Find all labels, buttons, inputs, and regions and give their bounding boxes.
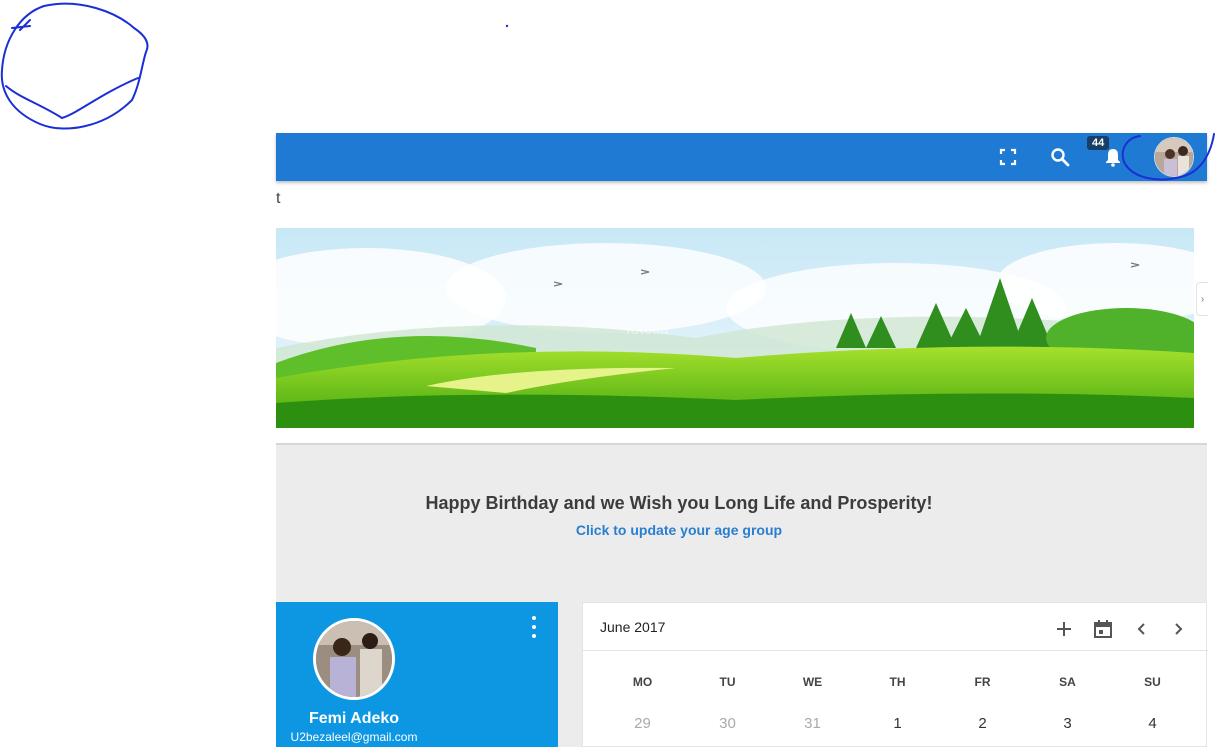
plus-icon xyxy=(1057,622,1071,636)
top-app-bar: 44 xyxy=(276,133,1207,181)
profile-email: U2bezaleel@gmail.com xyxy=(290,730,418,744)
calendar-day[interactable]: 3 xyxy=(1025,715,1110,732)
weekday-header-row: MO TU WE TH FR SA SU xyxy=(600,675,1195,689)
fullscreen-icon xyxy=(999,148,1017,166)
more-vert-icon xyxy=(532,616,536,620)
avatar xyxy=(1155,138,1193,176)
notification-count-badge: 44 xyxy=(1087,136,1110,150)
stray-text: t xyxy=(276,190,281,207)
user-avatar-button[interactable] xyxy=(1154,137,1194,177)
birthday-message: Happy Birthday and we Wish you Long Life… xyxy=(425,493,933,513)
side-panel-toggle[interactable]: › xyxy=(1196,282,1208,316)
calendar-icon xyxy=(1094,620,1112,638)
profile-name: Femi Adeko xyxy=(308,710,400,727)
calendar-day[interactable]: 4 xyxy=(1110,715,1195,732)
update-age-group-link[interactable]: Click to update your age group xyxy=(276,522,1082,538)
annotation-dot xyxy=(505,24,509,28)
weekday-label: TU xyxy=(719,675,736,689)
next-month-button[interactable] xyxy=(1166,617,1190,641)
calendar-day[interactable]: 30 xyxy=(685,715,770,732)
weekday-label: MO xyxy=(632,675,653,689)
today-button[interactable] xyxy=(1091,617,1115,641)
calendar-divider xyxy=(583,650,1208,651)
profile-photo xyxy=(316,621,392,697)
add-event-button[interactable] xyxy=(1052,617,1076,641)
chevron-right-icon xyxy=(1175,623,1183,635)
profile-menu-button[interactable] xyxy=(528,616,540,638)
weekday-label: SU xyxy=(1144,675,1161,689)
profile-card: Femi Adeko U2bezaleel@gmail.com xyxy=(276,602,558,747)
banner-watermark: fotolia xyxy=(626,321,669,338)
search-icon xyxy=(1051,148,1070,167)
calendar-day[interactable]: 31 xyxy=(770,715,855,732)
page: 44 t fotolia › Happy Birthday and we Wis… xyxy=(0,0,1216,747)
weekday-label: TH xyxy=(889,675,906,689)
previous-month-button[interactable] xyxy=(1130,617,1154,641)
bell-icon xyxy=(1106,149,1120,167)
weekday-label: FR xyxy=(974,675,991,689)
calendar-widget: June 2017 MO TU WE TH FR SA SU 29 30 31 … xyxy=(582,602,1208,747)
calendar-month-title: June 2017 xyxy=(600,619,666,635)
calendar-day[interactable]: 29 xyxy=(600,715,685,732)
notifications-button[interactable]: 44 xyxy=(1087,136,1125,169)
profile-avatar[interactable] xyxy=(313,618,395,700)
annotation-scribble-circle xyxy=(0,2,149,130)
chevron-left-icon xyxy=(1137,623,1145,635)
search-button[interactable] xyxy=(1048,145,1072,169)
weekday-label: WE xyxy=(802,675,823,689)
calendar-day[interactable]: 2 xyxy=(940,715,1025,732)
fullscreen-button[interactable] xyxy=(996,145,1020,169)
calendar-day[interactable]: 1 xyxy=(855,715,940,732)
weekday-label: SA xyxy=(1059,675,1076,689)
cover-banner-image: fotolia xyxy=(276,228,1194,428)
calendar-week-row: 29 30 31 1 2 3 4 xyxy=(600,715,1195,732)
